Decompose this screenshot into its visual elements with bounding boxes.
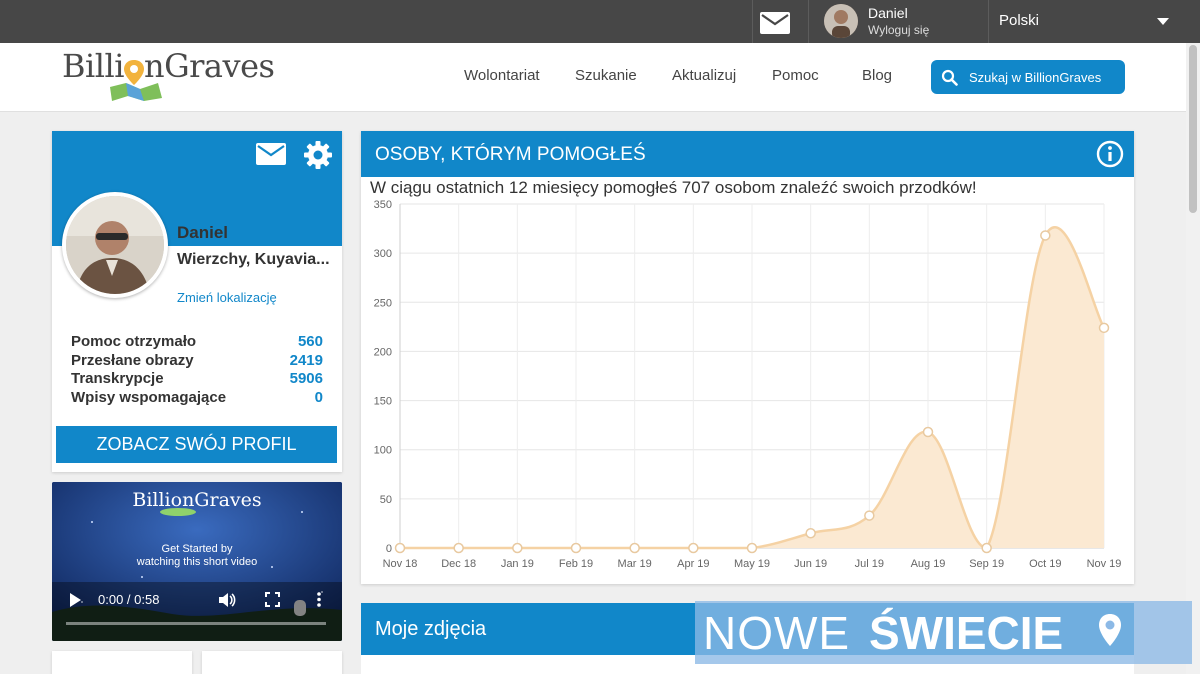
y-tick-label: 0 — [386, 543, 392, 555]
x-tick-label: Jan 19 — [501, 558, 534, 570]
view-profile-button[interactable]: ZOBACZ SWÓJ PROFIL — [56, 426, 337, 463]
video-caption-line: watching this short video — [136, 556, 258, 568]
x-tick-label: Feb 19 — [559, 558, 593, 570]
video-logo: BillionGraves — [132, 489, 262, 511]
video-caption-line: Get Started by — [161, 543, 233, 555]
x-tick-label: Nov 18 — [383, 558, 418, 570]
data-point — [864, 510, 875, 521]
nav-search[interactable]: Szukanie — [575, 67, 637, 84]
y-tick-label: 250 — [374, 297, 392, 309]
stat-label: Przesłane obrazy — [71, 352, 194, 369]
x-tick-label: Jun 19 — [794, 558, 827, 570]
site-header: Billi nGraves Wolontariat Szukanie Aktual… — [0, 43, 1186, 112]
volume-icon[interactable] — [218, 591, 236, 609]
search-button-label: Szukaj w BillionGraves — [969, 70, 1102, 85]
watermark-text: ŚWIECIE — [869, 607, 1064, 659]
y-tick-label: 350 — [374, 199, 392, 211]
user-name[interactable]: Daniel — [868, 5, 908, 21]
x-tick-label: Jul 19 — [855, 558, 884, 570]
profile-location: Wierzchy, Kuyavia... — [177, 251, 330, 268]
stat-label: Wpisy wspomagające — [71, 389, 227, 406]
x-tick-label: May 19 — [734, 558, 770, 570]
data-point — [570, 542, 582, 554]
logout-link[interactable]: Wyloguj się — [868, 23, 929, 37]
divider — [808, 0, 809, 43]
language-select[interactable]: Polski — [999, 12, 1039, 29]
y-tick-label: 100 — [374, 445, 392, 457]
chevron-down-icon[interactable] — [1157, 18, 1169, 25]
video-time: 0:00 / 0:58 — [98, 592, 160, 607]
x-tick-label: Oct 19 — [1029, 558, 1061, 570]
gear-icon[interactable] — [303, 140, 333, 170]
data-point — [981, 542, 992, 554]
x-tick-label: Dec 18 — [441, 558, 476, 570]
x-tick-label: Mar 19 — [618, 558, 652, 570]
nav-help[interactable]: Pomoc — [772, 67, 819, 84]
data-point — [394, 542, 406, 554]
nav-blog[interactable]: Blog — [862, 67, 892, 84]
watermark-text: NOWE — [703, 607, 851, 659]
divider — [752, 0, 753, 43]
play-icon[interactable] — [68, 592, 82, 608]
mail-icon[interactable] — [760, 12, 790, 34]
x-tick-label: Aug 19 — [911, 558, 946, 570]
stat-value[interactable]: 560 — [298, 333, 323, 350]
data-point — [688, 542, 699, 554]
stat-value[interactable]: 5906 — [290, 370, 323, 387]
stat-value[interactable]: 0 — [315, 389, 323, 406]
divider — [988, 0, 989, 43]
stat-value[interactable]: 2419 — [290, 352, 323, 369]
mail-icon[interactable] — [256, 143, 286, 165]
y-tick-label: 200 — [374, 346, 392, 358]
x-tick-label: Sep 19 — [969, 558, 1004, 570]
data-point — [629, 542, 640, 554]
x-tick-label: Nov 19 — [1087, 558, 1122, 570]
helped-chart: 0 50 100 150 200 250 300 350 Nov 18 Dec 18 Jan 19 F… — [374, 199, 1122, 570]
helped-people-card: OSOBY, KTÓRYM POMOGŁEŚ W ciągu ostatnich… — [361, 131, 1134, 584]
y-tick-label: 300 — [374, 248, 392, 260]
nav-update[interactable]: Aktualizuj — [672, 67, 736, 84]
data-point — [1040, 230, 1051, 241]
avatar[interactable] — [824, 4, 858, 38]
mini-card — [52, 651, 192, 674]
data-point — [453, 542, 464, 554]
more-options-icon[interactable] — [316, 591, 322, 608]
y-tick-label: 50 — [380, 494, 392, 506]
data-point — [512, 542, 523, 554]
data-point — [922, 426, 934, 438]
scrollbar-thumb[interactable] — [1189, 45, 1197, 213]
search-button[interactable]: Szukaj w BillionGraves — [931, 60, 1125, 94]
video-progress-bar[interactable] — [66, 622, 326, 625]
logo[interactable]: Billi nGraves — [62, 47, 275, 85]
top-bar: Daniel Wyloguj się Polski — [0, 0, 1200, 43]
stat-label: Transkrypcje — [71, 370, 164, 387]
search-icon — [941, 69, 958, 86]
profile-name: Daniel — [177, 223, 229, 242]
location-pin-icon — [1099, 614, 1121, 646]
nav-volunteer[interactable]: Wolontariat — [464, 67, 540, 84]
data-point — [805, 528, 816, 539]
intro-video[interactable]: BillionGraves Get Started by watching th… — [52, 482, 342, 641]
data-point — [746, 542, 758, 554]
change-location-link[interactable]: Zmień lokalizację — [177, 290, 277, 305]
watermark: NOWE ŚWIECIE — [695, 601, 1192, 664]
y-tick-label: 150 — [374, 396, 392, 408]
profile-card: Daniel Wierzchy, Kuyavia... Zmień lokali… — [52, 131, 342, 472]
video-caption: Get Started by watching this short video — [52, 543, 342, 569]
map-pin-logo-icon — [110, 60, 162, 101]
x-tick-label: Apr 19 — [677, 558, 709, 570]
data-point — [1098, 322, 1110, 334]
mini-card — [202, 651, 342, 674]
stat-label: Pomoc otrzymało — [71, 333, 197, 350]
profile-avatar[interactable] — [62, 192, 168, 298]
my-photos-title: Moje zdjęcia — [375, 618, 487, 640]
scrollbar[interactable] — [1186, 43, 1200, 674]
fullscreen-icon[interactable] — [265, 592, 280, 607]
